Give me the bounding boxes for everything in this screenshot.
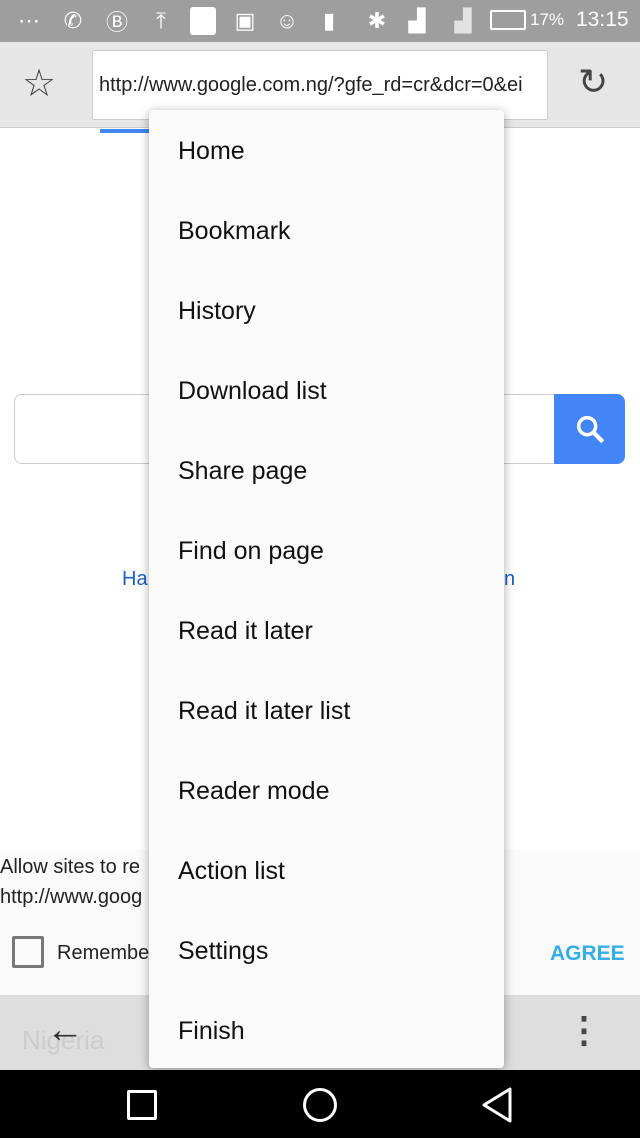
tab-indicator bbox=[100, 129, 150, 133]
menu-item-history[interactable]: History bbox=[149, 270, 504, 350]
menu-item-read-it-later-list[interactable]: Read it later list bbox=[149, 670, 504, 750]
messages-icon: ⋯ bbox=[18, 8, 40, 33]
status-bar: ⋯ ✆ Ⓑ ⤒ ▣ ☺ ▮ ✱ ▟ ▟ 17% 13:15 bbox=[0, 0, 640, 42]
signal-h-plus-icon: ▟ bbox=[408, 8, 426, 33]
sd-card-alert-icon: ▮ bbox=[322, 8, 336, 33]
menu-item-read-it-later[interactable]: Read it later bbox=[149, 590, 504, 670]
remember-checkbox[interactable] bbox=[12, 936, 44, 968]
blank-notification-icon bbox=[188, 6, 218, 36]
bookmark-star-icon[interactable]: ☆ bbox=[22, 64, 56, 104]
menu-item-action-list[interactable]: Action list bbox=[149, 830, 504, 910]
overflow-menu: Home Bookmark History Download list Shar… bbox=[149, 110, 504, 1068]
recents-icon[interactable] bbox=[127, 1090, 157, 1120]
menu-item-finish[interactable]: Finish bbox=[149, 990, 504, 1070]
clock: 13:15 bbox=[576, 8, 629, 31]
reload-icon[interactable]: ↻ bbox=[578, 62, 608, 102]
menu-item-reader-mode[interactable]: Reader mode bbox=[149, 750, 504, 830]
page-link[interactable]: n bbox=[504, 568, 515, 591]
signal-icon: ▟ bbox=[454, 8, 472, 33]
remember-label: Remembe bbox=[57, 942, 150, 964]
battery-icon bbox=[490, 10, 526, 30]
system-nav-bar bbox=[0, 1070, 640, 1138]
image-icon: ▣ bbox=[234, 8, 256, 33]
upload-icon: ⤒ bbox=[156, 8, 166, 33]
back-arrow-icon[interactable]: ← bbox=[46, 1009, 84, 1052]
battery-level: 17% bbox=[530, 10, 565, 29]
b-app-icon: Ⓑ bbox=[105, 10, 128, 35]
menu-item-home[interactable]: Home bbox=[149, 110, 504, 190]
chat-icon: ☺ bbox=[275, 8, 299, 33]
menu-item-find-on-page[interactable]: Find on page bbox=[149, 510, 504, 590]
menu-item-download-list[interactable]: Download list bbox=[149, 350, 504, 430]
dialog-message: Allow sites to re bbox=[0, 856, 141, 878]
page-link[interactable]: Ha bbox=[122, 568, 148, 591]
menu-item-share-page[interactable]: Share page bbox=[149, 430, 504, 510]
dialog-url: http://www.goog bbox=[0, 886, 143, 908]
menu-item-settings[interactable]: Settings bbox=[149, 910, 504, 990]
search-icon bbox=[576, 415, 604, 444]
bluetooth-icon: ✱ bbox=[367, 8, 387, 33]
menu-item-bookmark[interactable]: Bookmark bbox=[149, 190, 504, 270]
back-icon[interactable] bbox=[480, 1086, 516, 1124]
whatsapp-icon: ✆ bbox=[63, 8, 83, 33]
agree-button[interactable]: AGREE bbox=[550, 942, 625, 966]
more-vert-icon[interactable]: ⋮ bbox=[566, 1009, 602, 1051]
search-button[interactable] bbox=[554, 394, 625, 464]
home-icon[interactable] bbox=[303, 1088, 337, 1122]
